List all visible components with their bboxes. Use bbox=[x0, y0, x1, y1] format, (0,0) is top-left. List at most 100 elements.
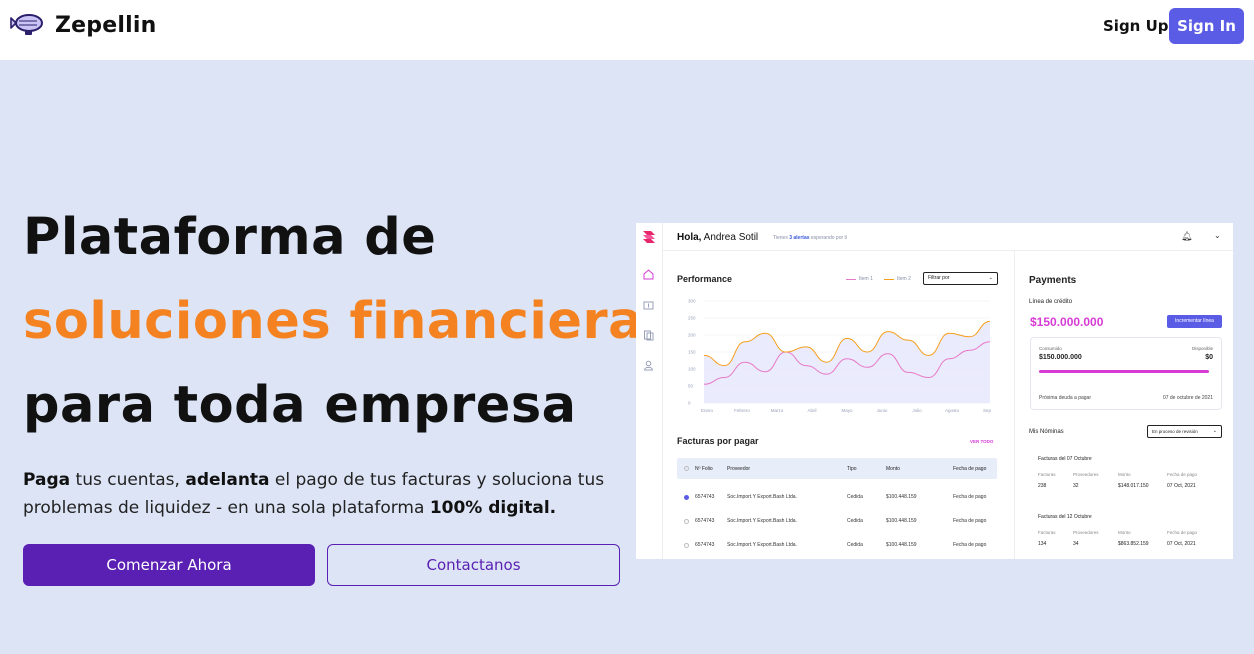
hero-line-1: Plataforma de bbox=[23, 208, 437, 267]
cell-folio: 6574743 bbox=[695, 494, 715, 500]
dashboard-header: Hola, Andrea Sotil Tienes 3 alertas espe… bbox=[663, 223, 1233, 251]
greeting-name: Andrea Sotil bbox=[701, 232, 759, 243]
user-icon[interactable] bbox=[643, 360, 654, 371]
credit-usage-card: Consumido $150.000.000 Disponible $0 Pró… bbox=[1030, 337, 1222, 410]
cell-monto: $100.448.159 bbox=[886, 518, 917, 524]
bell-icon[interactable]: 🔔︎ bbox=[1181, 231, 1192, 242]
home-icon[interactable] bbox=[643, 269, 654, 280]
table-row[interactable]: 6574743 Soc.Import.Y Export.Bash Ltda. C… bbox=[677, 494, 997, 506]
payroll-value-facturas: 134 bbox=[1038, 541, 1047, 547]
payroll-value-monto: $148.017.150 bbox=[1118, 483, 1149, 489]
legend-label-item-2: Item 2 bbox=[897, 276, 911, 282]
x-tick-label: Abril bbox=[807, 408, 816, 413]
col-fecha: Fecha de pago bbox=[953, 466, 987, 472]
x-tick-label: Julio bbox=[912, 408, 922, 413]
filter-select-label: Filtrar por bbox=[928, 275, 950, 281]
payments-icon[interactable] bbox=[643, 300, 654, 311]
subtitle-bold-digital: 100% digital. bbox=[429, 498, 557, 518]
chevron-down-icon[interactable]: ⌄ bbox=[1214, 231, 1221, 240]
view-all-link[interactable]: VER TODO bbox=[970, 439, 993, 444]
dashboard-sidebar bbox=[636, 223, 663, 559]
credit-line-label: Línea de crédito bbox=[1029, 299, 1073, 305]
filter-select[interactable]: Filtrar por ⌄ bbox=[923, 272, 998, 285]
invoices-title: Facturas por pagar bbox=[677, 436, 759, 446]
x-tick-label: Febrero bbox=[734, 408, 750, 413]
payroll-label-fecha: Fecha de pago bbox=[1167, 472, 1198, 477]
cell-folio: 6574743 bbox=[695, 518, 715, 524]
dashboard-preview: Hola, Andrea Sotil Tienes 3 alertas espe… bbox=[636, 223, 1233, 559]
column-divider bbox=[1014, 251, 1015, 559]
y-tick-label: 200 bbox=[688, 333, 696, 338]
alerts-link[interactable]: 3 alertas bbox=[789, 235, 809, 241]
payroll-label-proveedores: Proveedores bbox=[1073, 472, 1099, 477]
available-value: $0 bbox=[1205, 354, 1213, 361]
table-row[interactable]: 6574743 Soc.Import.Y Export.Bash Ltda. C… bbox=[677, 518, 997, 530]
top-navbar: Zepellin Sign Up Sign In bbox=[0, 0, 1254, 60]
legend-label-item-1: Item 1 bbox=[859, 276, 873, 282]
next-debt-date: 07 de octubre de 2021 bbox=[1162, 395, 1213, 401]
col-proveedor: Proveedor bbox=[727, 466, 751, 472]
sign-in-button[interactable]: Sign In bbox=[1169, 8, 1244, 44]
payroll-label-fecha: Fecha de pago bbox=[1167, 530, 1198, 535]
payroll-card-title: Facturas del 07 Octubre bbox=[1038, 456, 1092, 462]
payroll-label-facturas: Facturas bbox=[1038, 472, 1056, 477]
documents-icon[interactable] bbox=[643, 330, 654, 341]
cell-tipo: Cedida bbox=[847, 542, 863, 548]
x-tick-label: Agosto bbox=[945, 408, 960, 413]
subtitle-bold-adelanta: adelanta bbox=[185, 470, 270, 490]
legend-swatch-item-2 bbox=[884, 278, 894, 280]
x-tick-label: Mayo bbox=[841, 408, 853, 413]
greeting: Hola, Andrea Sotil bbox=[677, 232, 758, 243]
payrolls-title: Mis Nóminas bbox=[1029, 429, 1064, 435]
dashboard-logo-icon bbox=[643, 231, 655, 243]
brand-name: Zepellin bbox=[55, 12, 157, 38]
y-tick-label: 250 bbox=[688, 316, 696, 321]
legend-item-1: Item 1 bbox=[846, 276, 873, 282]
cell-folio: 6574743 bbox=[695, 542, 715, 548]
y-tick-label: 100 bbox=[688, 367, 696, 372]
invoices-table-header: Nº Folio Proveedor Tipo Monto Fecha de p… bbox=[677, 458, 997, 479]
cell-tipo: Cedida bbox=[847, 494, 863, 500]
row-radio[interactable] bbox=[684, 519, 689, 524]
sign-up-link[interactable]: Sign Up bbox=[1103, 17, 1169, 35]
payroll-status-select[interactable]: En proceso de revisión ⌄ bbox=[1147, 425, 1222, 438]
payroll-label-facturas: Facturas bbox=[1038, 530, 1056, 535]
contact-button[interactable]: Contactanos bbox=[327, 544, 620, 586]
brand-logo[interactable]: Zepellin bbox=[10, 12, 156, 38]
subtitle-text-1: tus cuentas, bbox=[70, 470, 186, 490]
consumed-value: $150.000.000 bbox=[1039, 354, 1082, 361]
start-now-button[interactable]: Comenzar Ahora bbox=[23, 544, 315, 586]
payroll-status-label: En proceso de revisión bbox=[1152, 429, 1198, 434]
cell-monto: $100.448.159 bbox=[886, 494, 917, 500]
chevron-down-icon: ⌄ bbox=[1212, 428, 1217, 434]
credit-line-amount: $150.000.000 bbox=[1030, 315, 1104, 329]
row-radio[interactable] bbox=[684, 495, 689, 500]
consumed-label: Consumido bbox=[1039, 346, 1062, 351]
table-row[interactable]: 6574743 Soc.Import.Y Export.Bash Ltda. C… bbox=[677, 542, 997, 554]
payroll-card-title: Facturas del 12 Octubre bbox=[1038, 514, 1092, 520]
performance-title: Performance bbox=[677, 274, 733, 284]
y-tick-label: 150 bbox=[688, 350, 696, 355]
col-folio: Nº Folio bbox=[695, 466, 713, 472]
legend-swatch-item-1 bbox=[846, 278, 856, 280]
y-tick-label: 300 bbox=[688, 299, 696, 304]
select-all-radio[interactable] bbox=[684, 466, 689, 471]
cell-proveedor: Soc.Import.Y Export.Bash Ltda. bbox=[727, 542, 797, 548]
performance-chart: 0 50 100 150 200 250 300 Enero Febrero Marzo Abril… bbox=[688, 299, 991, 414]
alerts-notice: Tienes 3 alertas esperando por ti bbox=[773, 235, 847, 241]
cell-fecha: Fecha de pago bbox=[953, 518, 987, 524]
chevron-down-icon: ⌄ bbox=[988, 275, 993, 281]
alerts-suffix: esperando por ti bbox=[809, 235, 848, 241]
x-tick-label: Marzo bbox=[771, 408, 784, 413]
payroll-label-monto: Monto bbox=[1118, 472, 1131, 477]
hero-line-3: para toda empresa bbox=[23, 376, 577, 435]
cell-proveedor: Soc.Import.Y Export.Bash Ltda. bbox=[727, 518, 797, 524]
payroll-value-monto: $863.852.159 bbox=[1118, 541, 1149, 547]
increase-line-button[interactable]: Incrementar línea bbox=[1167, 315, 1222, 328]
alerts-prefix: Tienes bbox=[773, 235, 790, 241]
row-radio[interactable] bbox=[684, 543, 689, 548]
cell-fecha: Fecha de pago bbox=[953, 542, 987, 548]
x-tick-label: Junio bbox=[877, 408, 888, 413]
payments-title: Payments bbox=[1029, 275, 1077, 286]
x-tick-label: Enero bbox=[701, 408, 714, 413]
